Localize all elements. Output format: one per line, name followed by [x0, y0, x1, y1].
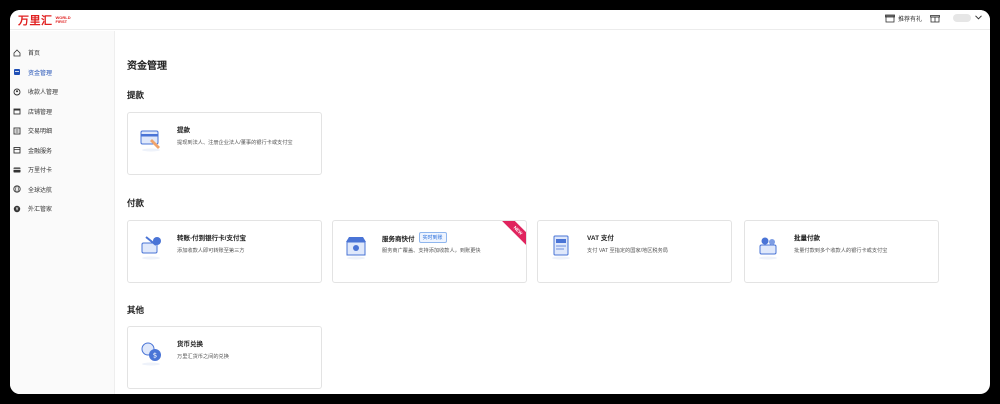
- vat-document-icon: [548, 233, 574, 261]
- realtime-badge: 实时到账: [418, 232, 447, 243]
- card-title: 提款: [177, 127, 190, 134]
- card-description: 提现到法人、注册企业法人/董事的银行卡或支付宝: [177, 140, 293, 146]
- sidebar-item-payee-management[interactable]: 收款人管理: [10, 82, 114, 102]
- brand-logo[interactable]: 万里汇 WORLD FIRST: [18, 12, 78, 28]
- sidebar-item-transactions[interactable]: 交易明细: [10, 121, 114, 141]
- card-description: 万里汇货币之间的兑换: [177, 354, 229, 360]
- gift-icon[interactable]: [930, 13, 940, 23]
- card-description: 批量付款到多个收款人的银行卡或支付宝: [794, 248, 888, 254]
- svg-text:$: $: [153, 352, 157, 360]
- section-title-pay: 付款: [127, 198, 145, 208]
- sidebar-item-label: 万里付卡: [28, 168, 53, 175]
- transactions-icon: [13, 127, 21, 135]
- store-payment-illustration-icon: [343, 233, 369, 261]
- sidebar-item-home[interactable]: 首页: [10, 43, 114, 63]
- payee-icon: [13, 88, 21, 96]
- referral-link[interactable]: 推荐有礼: [898, 14, 922, 23]
- globe-icon: [13, 185, 21, 193]
- sidebar-item-wanlifu-card[interactable]: 万里付卡: [10, 160, 114, 180]
- card-description: 添加收款人即可转账至第三方: [177, 248, 245, 254]
- card-title: 批量付款: [794, 235, 820, 242]
- card-description: 支付 VAT 至指定的国家/地区税务局: [587, 248, 668, 254]
- sidebar-nav: 首页 资金管理 收款人管理 店铺管理 交易明细 金融服务 万里付卡 全球达航 ¥…: [10, 31, 115, 394]
- transfer-illustration-icon: [138, 233, 164, 261]
- withdraw-card[interactable]: 提款 提现到法人、注册企业法人/董事的银行卡或支付宝: [127, 112, 322, 175]
- card-title: 服务商快付 实时到账: [382, 232, 447, 243]
- section-title-other: 其他: [127, 305, 145, 315]
- transfer-card[interactable]: 转账-付到银行卡/支付宝 添加收款人即可转账至第三方: [127, 220, 322, 283]
- withdraw-illustration-icon: [138, 125, 164, 153]
- app-window: 万里汇 WORLD FIRST 推荐有礼 首页 资金管理 收款人管理 店铺管理 …: [10, 10, 990, 394]
- sidebar-item-fx-manager[interactable]: ¥ 外汇管家: [10, 199, 114, 219]
- finance-icon: [13, 146, 21, 154]
- vat-payment-card[interactable]: VAT 支付 支付 VAT 至指定的国家/地区税务局: [537, 220, 732, 283]
- chevron-down-icon[interactable]: [975, 14, 982, 22]
- sidebar-item-store-management[interactable]: 店铺管理: [10, 102, 114, 122]
- logo-text: 万里汇: [18, 15, 53, 27]
- card-icon: [13, 166, 21, 174]
- card-title: 转账-付到银行卡/支付宝: [177, 235, 246, 242]
- top-right-actions: 推荐有礼: [885, 13, 982, 23]
- sidebar-item-global-reach[interactable]: 全球达航: [10, 180, 114, 200]
- new-ribbon: NEW: [499, 221, 526, 250]
- page-title: 资金管理: [127, 61, 167, 72]
- card-description: 服务商广覆盖、支持添加收款人，到账更快: [382, 248, 481, 254]
- sidebar-item-label: 资金管理: [28, 70, 53, 77]
- section-title-withdraw: 提款: [127, 90, 145, 100]
- sidebar-item-financial-services[interactable]: 金融服务: [10, 141, 114, 161]
- sidebar-item-label: 金融服务: [28, 148, 53, 155]
- top-bar: 万里汇 WORLD FIRST 推荐有礼: [10, 10, 990, 30]
- avatar[interactable]: [953, 14, 971, 22]
- sidebar-item-label: 全球达航: [28, 187, 53, 194]
- currency-exchange-card[interactable]: $ 货币兑换 万里汇货币之间的兑换: [127, 326, 322, 389]
- currency-exchange-icon: $: [138, 339, 164, 367]
- sidebar-item-label: 首页: [28, 51, 41, 58]
- gift-box-icon: [885, 13, 895, 23]
- fx-icon: ¥: [13, 205, 21, 213]
- home-icon: [13, 49, 21, 57]
- main-content: 资金管理 提款 提款 提现到法人、注册企业法人/董事的银行卡或支付宝 付款 转账…: [127, 31, 987, 394]
- logo-subtext: WORLD FIRST: [55, 14, 71, 24]
- sidebar-item-label: 收款人管理: [28, 90, 59, 97]
- batch-payment-illustration-icon: [755, 233, 781, 261]
- sidebar-item-label: 店铺管理: [28, 109, 53, 116]
- card-title: VAT 支付: [587, 235, 614, 242]
- service-pay-card[interactable]: 服务商快付 实时到账 服务商广覆盖、支持添加收款人，到账更快 NEW: [332, 220, 527, 283]
- sidebar-item-label: 外汇管家: [28, 207, 53, 214]
- card-title: 货币兑换: [177, 341, 203, 348]
- svg-text:¥: ¥: [16, 206, 19, 212]
- sidebar-item-label: 交易明细: [28, 129, 53, 136]
- batch-payment-card[interactable]: 批量付款 批量付款到多个收款人的银行卡或支付宝: [744, 220, 939, 283]
- sidebar-item-fund-management[interactable]: 资金管理: [10, 63, 114, 83]
- wallet-icon: [13, 68, 21, 76]
- card-title-text: 服务商快付: [382, 235, 415, 243]
- store-icon: [13, 107, 21, 115]
